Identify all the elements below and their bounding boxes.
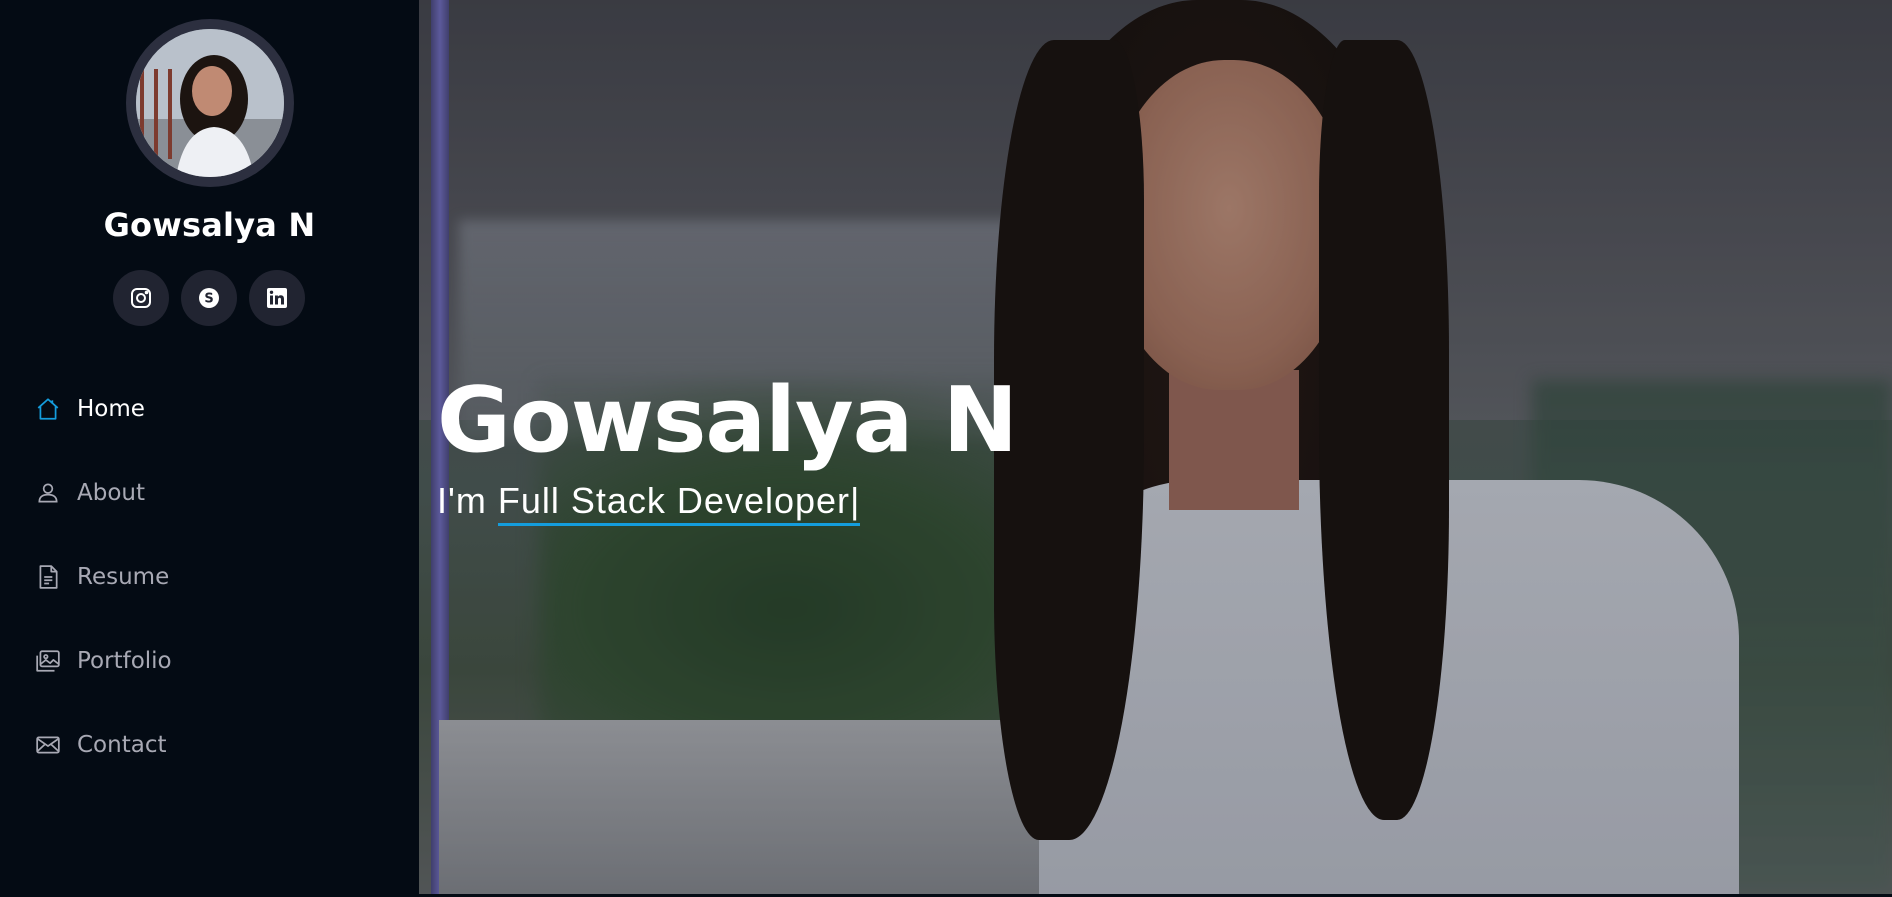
nav-label-resume: Resume <box>77 564 170 590</box>
portfolio-page: Gowsalya N S Home About Resume Portfolio… <box>0 0 1892 897</box>
nav-item-portfolio[interactable]: Portfolio <box>0 619 419 703</box>
hero-subtitle: I'm Full Stack Developer| <box>437 480 861 526</box>
linkedin-button[interactable] <box>249 270 305 326</box>
social-links: S <box>113 270 305 326</box>
linkedin-icon <box>267 288 287 308</box>
skype-icon: S <box>199 288 219 308</box>
hero-typed-text: Full Stack Developer| <box>497 480 861 526</box>
images-icon <box>34 647 62 675</box>
main-nav: Home About Resume Portfolio Contact <box>0 367 419 787</box>
instagram-icon <box>131 288 151 308</box>
typed-cursor: | <box>850 480 861 521</box>
nav-label-contact: Contact <box>77 732 167 758</box>
sidebar: Gowsalya N S Home About Resume Portfolio… <box>0 0 419 897</box>
profile-name: Gowsalya N <box>103 206 316 244</box>
nav-label-home: Home <box>77 396 145 422</box>
hero-section: Gowsalya N I'm Full Stack Developer| <box>419 0 1892 894</box>
nav-item-resume[interactable]: Resume <box>0 535 419 619</box>
svg-text:S: S <box>204 292 213 307</box>
file-text-icon <box>34 563 62 591</box>
avatar <box>136 29 284 177</box>
nav-item-about[interactable]: About <box>0 451 419 535</box>
nav-label-portfolio: Portfolio <box>77 648 172 674</box>
skype-button[interactable]: S <box>181 270 237 326</box>
avatar-frame <box>126 19 294 187</box>
hero-title: Gowsalya N <box>437 368 1018 473</box>
nav-item-contact[interactable]: Contact <box>0 703 419 787</box>
home-icon <box>34 395 62 423</box>
nav-item-home[interactable]: Home <box>0 367 419 451</box>
person-icon <box>34 479 62 507</box>
instagram-button[interactable] <box>113 270 169 326</box>
envelope-icon <box>34 731 62 759</box>
nav-label-about: About <box>77 480 146 506</box>
hero-subtitle-prefix: I'm <box>437 480 498 521</box>
hero-typed-role: Full Stack Developer <box>497 480 851 521</box>
